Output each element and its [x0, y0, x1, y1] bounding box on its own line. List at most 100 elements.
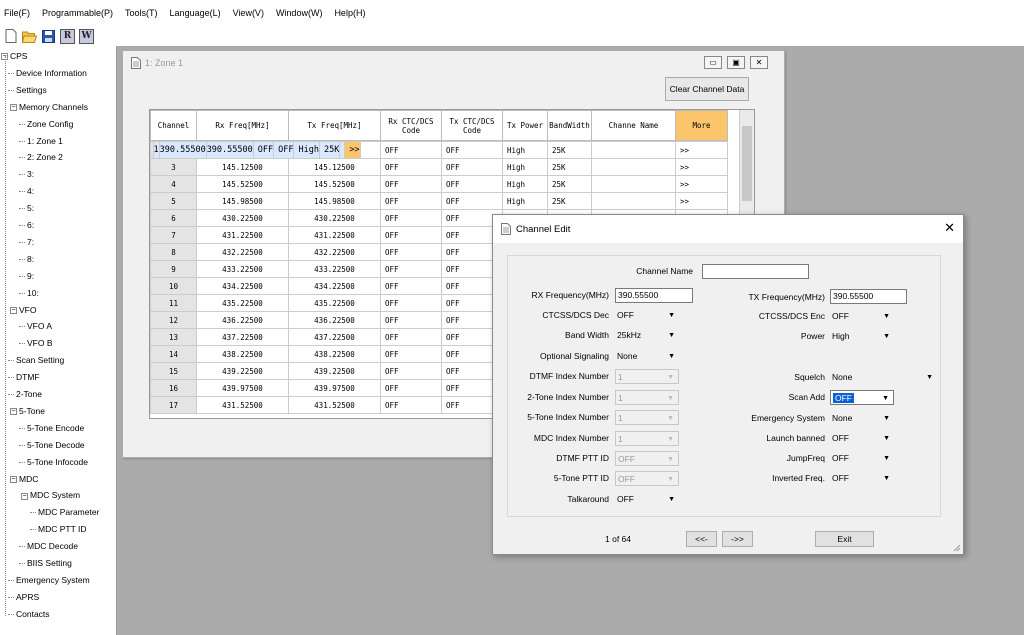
tree-item[interactable]: APRS	[8, 589, 39, 605]
tree-item[interactable]: MDC Parameter	[30, 504, 99, 520]
table-cell[interactable]: 437.22500	[196, 328, 289, 346]
dtmf-ptt-id-select[interactable]: OFF ▼	[615, 451, 679, 466]
table-cell[interactable]: 437.22500	[288, 328, 381, 346]
emergency-system-select[interactable]: None ▼	[830, 411, 894, 426]
resize-grip-icon[interactable]	[953, 544, 961, 552]
table-cell[interactable]: 432.22500	[288, 243, 381, 261]
table-cell[interactable]: 15	[150, 362, 197, 380]
table-cell[interactable]: 9	[150, 260, 197, 278]
tree-item[interactable]: − Memory Channels	[10, 99, 88, 115]
table-cell[interactable]: 25K	[547, 192, 592, 210]
inverted-freq-select[interactable]: OFF ▼	[830, 471, 894, 486]
menu-tools[interactable]: Tools(T)	[125, 8, 158, 18]
tree-item[interactable]: 4:	[19, 183, 34, 199]
column-header[interactable]: Tx Freq[MHz]	[288, 110, 381, 141]
table-cell[interactable]: 5	[150, 192, 197, 210]
table-cell[interactable]: 438.22500	[288, 345, 381, 363]
table-cell[interactable]: OFF	[380, 379, 442, 397]
table-cell[interactable]: OFF	[380, 192, 442, 210]
tree-item[interactable]: − MDC System	[21, 487, 80, 503]
table-cell[interactable]: 433.22500	[196, 260, 289, 278]
table-cell[interactable]: >>	[675, 175, 728, 193]
column-header[interactable]: Channel	[150, 110, 197, 141]
tree-item[interactable]: Device Information	[8, 65, 87, 81]
tree-item[interactable]: 8:	[19, 251, 34, 267]
table-cell[interactable]: OFF	[380, 328, 442, 346]
table-cell[interactable]: >>	[344, 141, 361, 159]
scan-add-select[interactable]: OFF ▼	[830, 390, 894, 405]
column-header[interactable]: Tx CTC/DCS Code	[441, 110, 503, 141]
tree-item[interactable]: 6:	[19, 217, 34, 233]
table-row[interactable]: 3 145.12500 145.12500 OFF OFF High 25K >>	[150, 158, 728, 176]
tree-item[interactable]: 1: Zone 1	[19, 133, 63, 149]
table-cell[interactable]: 25K	[547, 175, 592, 193]
table-cell[interactable]: 436.22500	[196, 311, 289, 329]
table-cell[interactable]: OFF	[380, 141, 442, 159]
table-cell[interactable]: 145.52500	[196, 175, 289, 193]
table-row[interactable]: 4 145.52500 145.52500 OFF OFF High 25K >>	[150, 175, 728, 193]
launch-banned-select[interactable]: OFF ▼	[830, 431, 894, 446]
table-cell[interactable]: OFF	[441, 158, 503, 176]
column-header[interactable]: Rx Freq[MHz]	[196, 110, 289, 141]
tree-item[interactable]: BIIS Setting	[19, 555, 72, 571]
menu-file[interactable]: File(F)	[4, 8, 30, 18]
table-cell[interactable]	[591, 141, 676, 159]
table-cell[interactable]: OFF	[441, 192, 503, 210]
table-cell[interactable]: 435.22500	[196, 294, 289, 312]
table-cell[interactable]	[591, 192, 676, 210]
scrollbar-thumb[interactable]	[742, 126, 752, 201]
table-cell[interactable]: 10	[150, 277, 197, 295]
write-radio-button[interactable]: W	[79, 28, 94, 44]
new-file-icon[interactable]	[3, 29, 18, 44]
menu-language[interactable]: Language(L)	[170, 8, 221, 18]
jumpfreq-select[interactable]: OFF ▼	[830, 451, 894, 466]
table-cell[interactable]: 13	[150, 328, 197, 346]
tree-item[interactable]: MDC Decode	[19, 538, 78, 554]
restore-button[interactable]: ▣	[727, 56, 745, 69]
table-cell[interactable]: 145.12500	[196, 158, 289, 176]
table-cell[interactable]: OFF	[380, 345, 442, 363]
table-cell[interactable]: 3	[150, 158, 197, 176]
table-cell[interactable]: 439.97500	[288, 379, 381, 397]
table-cell[interactable]: 430.22500	[288, 209, 381, 227]
table-cell[interactable]: 433.22500	[288, 260, 381, 278]
table-cell[interactable]: >>	[675, 192, 728, 210]
table-cell[interactable]: 439.97500	[196, 379, 289, 397]
five-tone-ptt-id-select[interactable]: OFF ▼	[615, 471, 679, 486]
table-cell[interactable]	[591, 175, 676, 193]
ctcss-dec-select[interactable]: OFF ▼	[615, 308, 679, 323]
table-cell[interactable]: OFF	[380, 226, 442, 244]
table-cell[interactable]: 438.22500	[196, 345, 289, 363]
talkaround-select[interactable]: OFF ▼	[615, 492, 679, 507]
table-cell[interactable]: 6	[150, 209, 197, 227]
table-cell[interactable]: OFF	[380, 362, 442, 380]
table-cell[interactable]: 17	[150, 396, 197, 414]
table-cell[interactable]: >>	[675, 141, 728, 159]
table-cell[interactable]: OFF	[380, 294, 442, 312]
table-cell[interactable]: 390.55500	[205, 141, 254, 159]
table-cell[interactable]: 434.22500	[288, 277, 381, 295]
open-folder-icon[interactable]	[22, 29, 37, 44]
tree-item[interactable]: Emergency System	[8, 572, 90, 588]
table-cell[interactable]: 12	[150, 311, 197, 329]
table-cell[interactable]: 434.22500	[196, 277, 289, 295]
table-cell[interactable]: 8	[150, 243, 197, 261]
save-icon[interactable]	[41, 29, 56, 44]
table-cell[interactable]: High	[502, 158, 548, 176]
table-cell[interactable]: 431.22500	[288, 226, 381, 244]
column-header[interactable]: BandWidth	[547, 110, 592, 141]
table-cell[interactable]: 11	[150, 294, 197, 312]
channel-name-input[interactable]	[702, 264, 809, 279]
table-cell[interactable]: 25K	[547, 141, 592, 159]
tree-item[interactable]: 5:	[19, 200, 34, 216]
table-cell[interactable]: 431.52500	[196, 396, 289, 414]
table-cell[interactable]: OFF	[380, 277, 442, 295]
tree-item[interactable]: − MDC	[10, 471, 38, 487]
table-cell[interactable]: 439.22500	[288, 362, 381, 380]
column-header[interactable]: Tx Power	[502, 110, 548, 141]
column-header[interactable]: More	[675, 110, 728, 141]
table-cell[interactable]	[591, 158, 676, 176]
tree-item[interactable]: 5-Tone Decode	[19, 437, 85, 453]
table-cell[interactable]: 25K	[547, 158, 592, 176]
tree-item[interactable]: Contacts	[8, 606, 50, 622]
